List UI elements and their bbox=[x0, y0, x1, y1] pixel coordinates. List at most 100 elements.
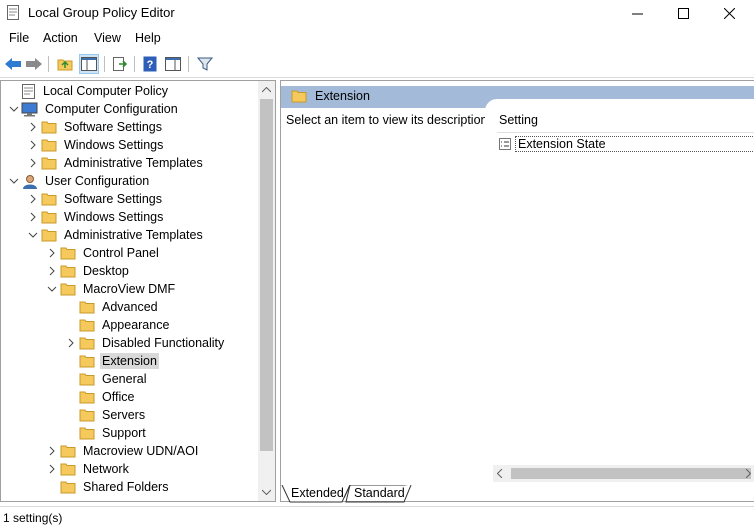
tree-item[interactable]: Network bbox=[45, 460, 131, 478]
title-bar: Local Group Policy Editor bbox=[0, 0, 754, 27]
console-tree[interactable]: Local Computer Policy Computer Configurat… bbox=[0, 80, 276, 502]
filter-button[interactable] bbox=[195, 54, 215, 74]
tree-item[interactable]: MacroView DMF bbox=[45, 280, 177, 298]
folder-icon bbox=[78, 371, 96, 387]
toolbar: ? bbox=[0, 50, 754, 78]
scroll-up-icon[interactable] bbox=[262, 87, 271, 93]
tree-item[interactable]: Administrative Templates bbox=[26, 226, 205, 244]
menu-help[interactable]: Help bbox=[135, 31, 161, 45]
folder-up-icon bbox=[57, 59, 73, 71]
tab-extended[interactable]: Extended bbox=[291, 486, 344, 504]
back-arrow-icon bbox=[5, 58, 21, 70]
folder-icon bbox=[59, 461, 77, 477]
tree-item[interactable]: Office bbox=[64, 388, 136, 406]
menu-view[interactable]: View bbox=[94, 31, 121, 45]
console-tree-icon bbox=[81, 57, 97, 71]
tree-item[interactable]: Appearance bbox=[64, 316, 171, 334]
policy-icon bbox=[19, 83, 37, 99]
chevron-down-icon[interactable] bbox=[26, 226, 40, 244]
details-pane: Extension Select an item to view its des… bbox=[280, 80, 754, 502]
action-pane-icon bbox=[165, 57, 181, 71]
scroll-down-icon[interactable] bbox=[262, 489, 271, 495]
tree-item[interactable]: Servers bbox=[64, 406, 147, 424]
tree-item[interactable]: Extension bbox=[64, 352, 159, 370]
tree-item[interactable]: Control Panel bbox=[45, 244, 161, 262]
folder-icon bbox=[78, 353, 96, 369]
chevron-right-icon[interactable] bbox=[26, 154, 40, 172]
folder-icon bbox=[59, 263, 77, 279]
window-title: Local Group Policy Editor bbox=[28, 5, 175, 20]
chevron-down-icon[interactable] bbox=[7, 172, 21, 190]
up-one-level-button[interactable] bbox=[55, 54, 75, 74]
tree-item[interactable]: Shared Folders bbox=[45, 478, 170, 496]
toolbar-separator bbox=[188, 56, 189, 72]
folder-icon bbox=[78, 299, 96, 315]
chevron-right-icon[interactable] bbox=[45, 460, 59, 478]
folder-icon bbox=[291, 90, 307, 103]
chevron-right-icon[interactable] bbox=[45, 442, 59, 460]
maximize-button[interactable] bbox=[660, 0, 706, 27]
show-hide-action-pane-button[interactable] bbox=[163, 54, 183, 74]
tree-item[interactable]: User Configuration bbox=[7, 172, 151, 190]
export-list-icon bbox=[113, 57, 128, 71]
folder-icon bbox=[40, 155, 58, 171]
help-icon: ? bbox=[143, 56, 157, 72]
tree-item-label: Windows Settings bbox=[64, 210, 164, 224]
details-scroll-thumb[interactable] bbox=[511, 468, 751, 479]
tree-item[interactable]: Support bbox=[64, 424, 148, 442]
tree-item-label: Administrative Templates bbox=[64, 228, 203, 242]
show-hide-console-tree-button[interactable] bbox=[79, 54, 99, 74]
list-item[interactable]: Extension State bbox=[499, 135, 754, 153]
folder-icon bbox=[59, 479, 77, 495]
toolbar-separator bbox=[104, 56, 105, 72]
tree-item[interactable]: Windows Settings bbox=[26, 208, 165, 226]
details-horizontal-scrollbar[interactable] bbox=[493, 465, 754, 482]
tree-item[interactable]: Windows Settings bbox=[26, 136, 165, 154]
toolbar-separator bbox=[134, 56, 135, 72]
chevron-right-icon[interactable] bbox=[45, 262, 59, 280]
tree-item[interactable]: Macroview UDN/AOI bbox=[45, 442, 200, 460]
details-header-title: Extension bbox=[315, 89, 370, 103]
chevron-down-icon[interactable] bbox=[45, 280, 59, 298]
forward-button[interactable] bbox=[24, 54, 44, 74]
tree-item[interactable]: Local Computer Policy bbox=[5, 82, 170, 100]
menu-action[interactable]: Action bbox=[43, 31, 78, 45]
back-button[interactable] bbox=[3, 54, 23, 74]
folder-icon bbox=[78, 425, 96, 441]
chevron-right-icon[interactable] bbox=[26, 208, 40, 226]
minimize-button[interactable] bbox=[614, 0, 660, 27]
chevron-down-icon[interactable] bbox=[7, 100, 21, 118]
chevron-right-icon[interactable] bbox=[26, 136, 40, 154]
help-button[interactable]: ? bbox=[140, 54, 160, 74]
tree-item[interactable]: Desktop bbox=[45, 262, 131, 280]
tree-item[interactable]: Software Settings bbox=[26, 118, 164, 136]
svg-text:?: ? bbox=[147, 59, 154, 71]
chevron-right-icon[interactable] bbox=[64, 334, 78, 352]
chevron-right-icon[interactable] bbox=[45, 244, 59, 262]
export-list-button[interactable] bbox=[110, 54, 130, 74]
tree-item[interactable]: Disabled Functionality bbox=[64, 334, 226, 352]
scroll-left-icon[interactable] bbox=[497, 469, 503, 478]
computer-icon bbox=[21, 101, 39, 117]
tree-item-label: Software Settings bbox=[64, 192, 162, 206]
tree-scroll-thumb[interactable] bbox=[260, 99, 273, 451]
tree-item[interactable]: Computer Configuration bbox=[7, 100, 180, 118]
tree-item-label: Extension bbox=[100, 353, 159, 369]
chevron-right-icon[interactable] bbox=[26, 118, 40, 136]
close-button[interactable] bbox=[706, 0, 752, 27]
tree-item[interactable]: General bbox=[64, 370, 148, 388]
tree-item-label: Windows Settings bbox=[64, 138, 164, 152]
tree-item[interactable]: Advanced bbox=[64, 298, 160, 316]
setting-column-header[interactable]: Setting bbox=[499, 113, 538, 127]
tab-standard[interactable]: Standard bbox=[354, 486, 405, 504]
tree-item[interactable]: Administrative Templates bbox=[26, 154, 205, 172]
chevron-right-icon[interactable] bbox=[26, 190, 40, 208]
menu-file[interactable]: File bbox=[9, 31, 29, 45]
scroll-right-icon[interactable] bbox=[745, 469, 751, 478]
tree-item[interactable]: Software Settings bbox=[26, 190, 164, 208]
tree-item-label: Control Panel bbox=[83, 246, 159, 260]
tree-vertical-scrollbar[interactable] bbox=[258, 81, 275, 501]
